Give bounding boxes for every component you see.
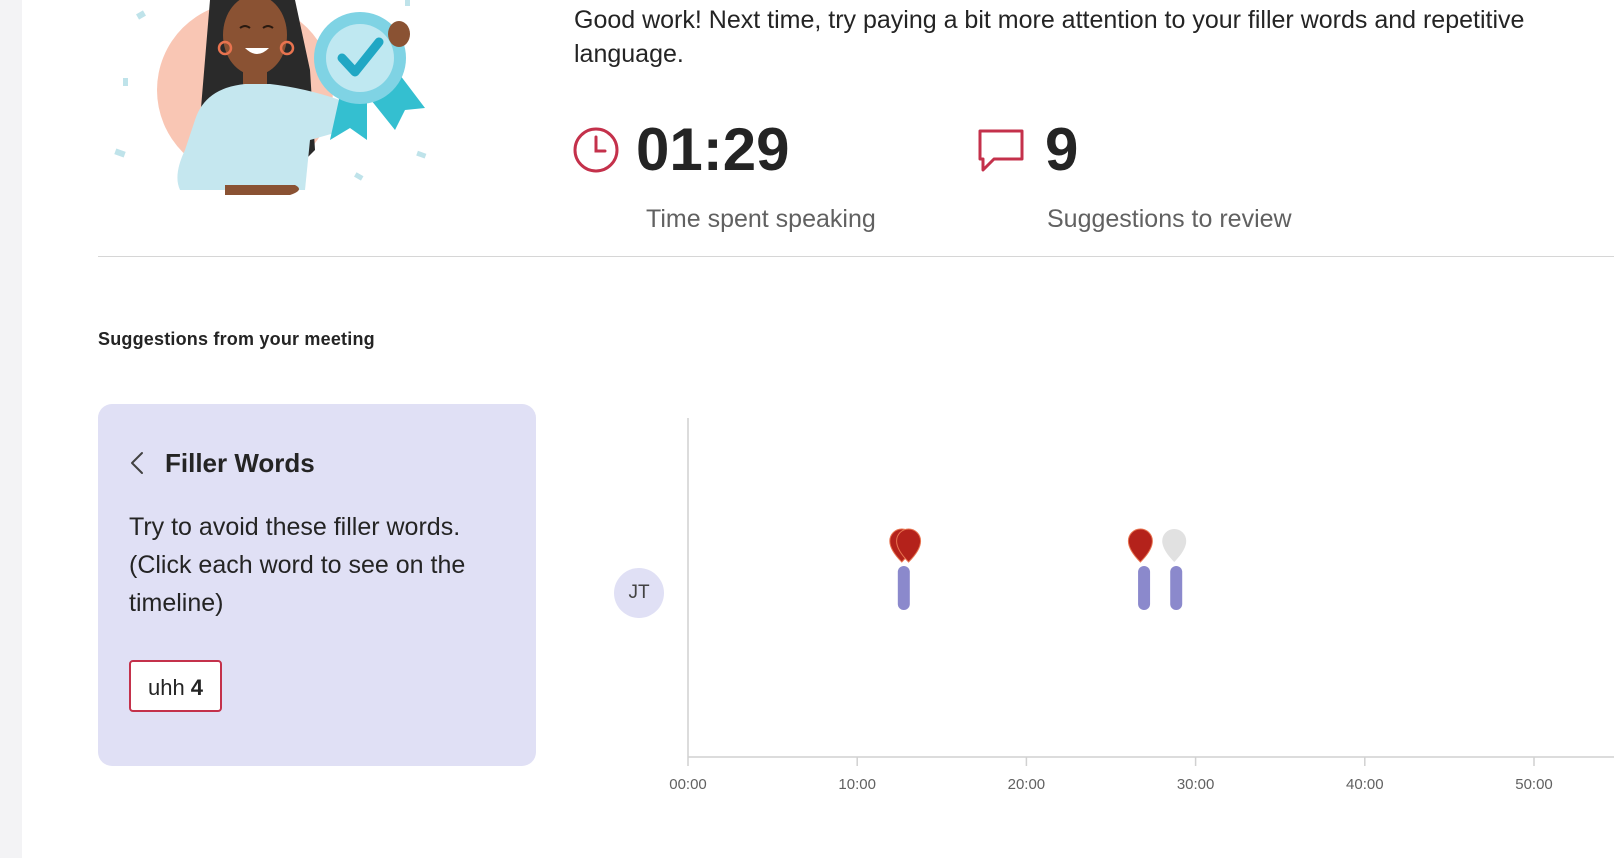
speech-bubble-icon — [978, 129, 1024, 172]
left-rail — [0, 0, 22, 858]
card-title: Filler Words — [165, 448, 315, 478]
speaking-segment[interactable] — [1170, 566, 1183, 610]
meeting-timeline: JT 00:00 10:00 20:00 30:00 40:00 50:00 — [600, 410, 1614, 810]
card-description: Try to avoid these filler words. (Click … — [129, 513, 466, 617]
speaking-segment[interactable] — [1138, 566, 1151, 610]
timeline-tick-label: 30:00 — [1176, 776, 1215, 793]
timeline-tick-label: 10:00 — [838, 776, 876, 793]
filler-word-count: 4 — [190, 675, 203, 700]
time-spent-label: Time spent speaking — [646, 205, 876, 233]
filler-word-marker[interactable] — [1162, 529, 1187, 562]
meeting-recap-page: Good work! Next time, try paying a bit m… — [0, 0, 1614, 858]
section-divider — [98, 256, 1614, 257]
timeline-tick-label: 20:00 — [1007, 776, 1046, 793]
time-spent-value: 01:29 — [636, 116, 790, 183]
chevron-left-icon[interactable] — [126, 448, 148, 478]
timeline-tick-label: 00:00 — [669, 776, 707, 793]
suggestions-label: Suggestions to review — [1047, 205, 1292, 233]
section-title: Suggestions from your meeting — [98, 329, 375, 349]
filler-word-label: uhh — [148, 675, 185, 700]
celebration-illustration — [114, 0, 427, 195]
filler-words-card: Filler Words Try to avoid these filler w… — [98, 404, 536, 766]
speaking-segment[interactable] — [897, 566, 910, 610]
timeline-tick-label: 50:00 — [1515, 776, 1553, 793]
suggestions-count: 9 — [1045, 116, 1079, 183]
filler-word-marker[interactable] — [1127, 528, 1153, 563]
timeline-chart — [687, 418, 1614, 766]
filler-word-chip-uhh[interactable]: uhh 4 — [129, 660, 222, 712]
clock-icon — [573, 127, 619, 173]
summary-message: Good work! Next time, try paying a bit m… — [574, 6, 1525, 68]
timeline-tick-label: 40:00 — [1346, 776, 1384, 793]
